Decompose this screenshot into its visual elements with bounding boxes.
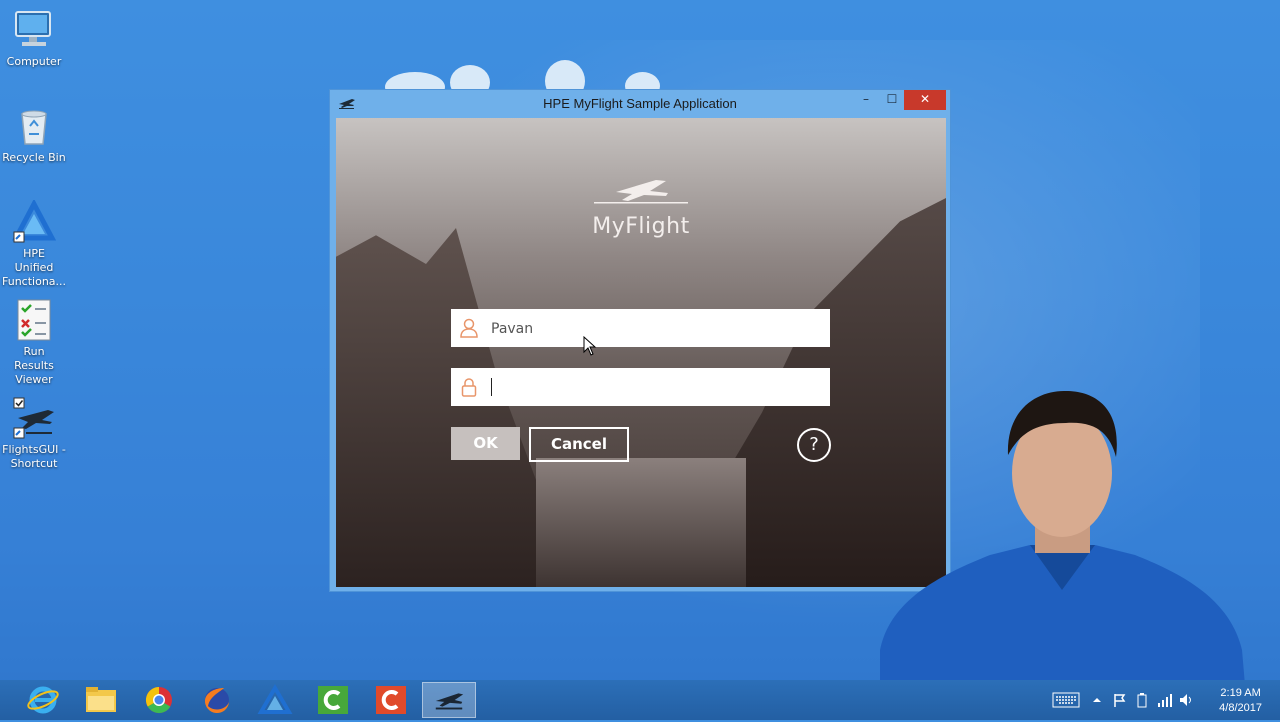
password-field[interactable] bbox=[451, 368, 830, 408]
desktop-icon-label: Recycle Bin bbox=[2, 151, 66, 164]
action-center-flag-icon[interactable] bbox=[1112, 692, 1128, 708]
chrome-icon bbox=[145, 686, 172, 714]
desktop-icon-label: FlightsGUI - Shortcut bbox=[2, 443, 66, 470]
close-button[interactable]: ✕ bbox=[904, 90, 946, 110]
desktop-icon-label: Run Results Viewer bbox=[14, 345, 54, 386]
desktop-icon-label: Computer bbox=[6, 55, 62, 68]
hpe-uft-icon bbox=[257, 684, 293, 714]
taskbar-app-internet-explorer[interactable] bbox=[16, 682, 70, 718]
taskbar-app-firefox[interactable] bbox=[190, 682, 244, 718]
camtasia-red-icon bbox=[376, 686, 406, 714]
login-panel: MyFlight OK Cancel ? bbox=[336, 118, 946, 587]
username-input[interactable] bbox=[489, 309, 823, 349]
cancel-button[interactable]: Cancel bbox=[529, 427, 629, 462]
username-field[interactable] bbox=[451, 309, 830, 349]
window-titlebar[interactable]: HPE MyFlight Sample Application – ☐ ✕ bbox=[330, 90, 950, 118]
presenter-webcam-overlay bbox=[880, 390, 1245, 685]
firefox-icon bbox=[204, 688, 229, 714]
background-canal bbox=[536, 458, 746, 587]
clock-time: 2:19 AM bbox=[1220, 687, 1261, 699]
desktop-icon-computer[interactable]: Computer bbox=[2, 8, 66, 69]
network-signal-icon[interactable] bbox=[1156, 692, 1172, 708]
battery-power-icon[interactable] bbox=[1134, 692, 1150, 708]
taskbar-app-camtasia-studio[interactable] bbox=[364, 682, 418, 718]
taskbar-app-hpe-uft[interactable] bbox=[248, 682, 302, 718]
camtasia-green-icon bbox=[318, 686, 348, 714]
minimize-button[interactable]: – bbox=[852, 90, 880, 110]
lock-icon bbox=[461, 378, 477, 397]
help-button[interactable]: ? bbox=[797, 428, 831, 462]
desktop-icon-recycle-bin[interactable]: Recycle Bin bbox=[2, 104, 66, 165]
mouse-pointer-icon bbox=[583, 336, 597, 356]
hpe-uft-icon bbox=[11, 198, 57, 244]
recycle-bin-icon bbox=[12, 104, 56, 148]
password-input[interactable] bbox=[489, 368, 823, 408]
myflight-window[interactable]: HPE MyFlight Sample Application – ☐ ✕ My… bbox=[329, 89, 951, 592]
taskbar-app-camtasia-recorder[interactable] bbox=[306, 682, 360, 718]
myflight-logo-text: MyFlight bbox=[592, 214, 690, 239]
clock-date: 4/8/2017 bbox=[1219, 702, 1262, 714]
user-icon bbox=[460, 318, 478, 338]
run-results-viewer-icon bbox=[12, 298, 56, 342]
taskbar-clock[interactable]: 2:19 AM 4/8/2017 bbox=[1219, 686, 1262, 716]
touch-keyboard-icon[interactable] bbox=[1052, 692, 1080, 708]
flights-gui-icon bbox=[435, 693, 464, 710]
internet-explorer-icon bbox=[27, 686, 59, 714]
airplane-icon bbox=[12, 396, 56, 440]
system-tray bbox=[1050, 680, 1200, 720]
computer-icon bbox=[12, 8, 56, 52]
maximize-button[interactable]: ☐ bbox=[878, 90, 906, 110]
ok-button[interactable]: OK bbox=[451, 427, 520, 460]
text-caret bbox=[491, 378, 492, 396]
volume-speaker-icon[interactable] bbox=[1178, 692, 1194, 708]
taskbar-app-flights-gui[interactable] bbox=[422, 682, 476, 718]
desktop-icon-run-results-viewer[interactable]: Run Results Viewer bbox=[2, 298, 66, 387]
file-explorer-icon bbox=[86, 687, 116, 712]
taskbar: 2:19 AM 4/8/2017 bbox=[0, 680, 1280, 720]
desktop-icon-label: HPE Unified Functiona... bbox=[2, 247, 67, 288]
desktop-icon-hpe-uft[interactable]: HPE Unified Functiona... bbox=[2, 198, 67, 289]
myflight-logo-plane-icon bbox=[594, 180, 688, 204]
taskbar-app-file-explorer[interactable] bbox=[74, 682, 128, 718]
taskbar-app-chrome[interactable] bbox=[132, 682, 186, 718]
desktop-icon-flightsgui-shortcut[interactable]: FlightsGUI - Shortcut bbox=[2, 396, 66, 471]
show-hidden-icons-icon[interactable] bbox=[1092, 695, 1102, 705]
